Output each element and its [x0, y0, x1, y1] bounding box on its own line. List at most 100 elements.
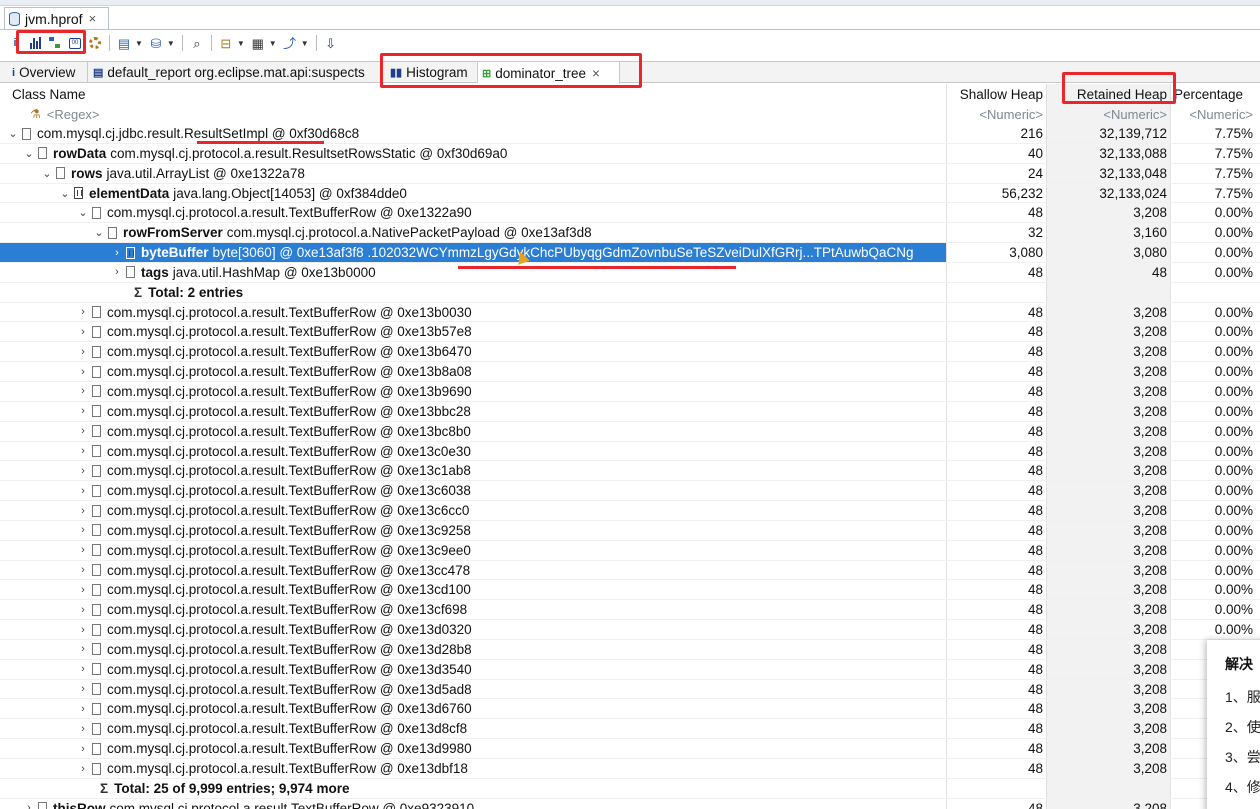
heap-dump-overview-icon[interactable]: [86, 34, 104, 52]
object-label: com.mysql.cj.protocol.a.result.TextBuffe…: [109, 800, 475, 809]
expand-chevron-icon[interactable]: ›: [76, 445, 90, 457]
table-row[interactable]: ⌄ com.mysql.cj.protocol.a.result.TextBuf…: [0, 203, 1260, 224]
close-icon[interactable]: ×: [592, 66, 600, 81]
expand-chevron-icon[interactable]: ›: [76, 604, 90, 616]
table-row[interactable]: › com.mysql.cj.protocol.a.result.TextBuff…: [0, 580, 1260, 601]
editor-tab-jvm-hprof[interactable]: jvm.hprof ×: [4, 7, 109, 29]
editor-tab-close-icon[interactable]: ×: [89, 11, 97, 26]
histogram-icon[interactable]: [26, 34, 44, 52]
expand-chevron-icon[interactable]: ›: [76, 346, 90, 358]
expand-chevron-icon[interactable]: ›: [76, 544, 90, 556]
expand-chevron-icon[interactable]: ›: [76, 485, 90, 497]
expand-chevron-icon[interactable]: ›: [76, 306, 90, 318]
expand-chevron-icon[interactable]: ⌄: [6, 127, 20, 140]
oql-icon[interactable]: 00: [66, 34, 84, 52]
chevron-down-icon[interactable]: ▼: [167, 39, 175, 48]
group-icon[interactable]: ⊟: [217, 34, 235, 52]
column-header-class-name[interactable]: Class Name: [12, 84, 86, 104]
expand-chevron-icon[interactable]: ›: [76, 624, 90, 636]
table-row[interactable]: › com.mysql.cj.protocol.a.result.TextBuff…: [0, 739, 1260, 759]
column-header-shallow-heap[interactable]: Shallow Heap: [946, 84, 1043, 104]
class-name-filter[interactable]: ⚗ <Regex>: [30, 104, 100, 124]
expand-chevron-icon[interactable]: ⌄: [58, 187, 72, 200]
query-browser-icon[interactable]: ⛁: [147, 34, 165, 52]
retained-heap-filter[interactable]: <Numeric>: [1046, 104, 1167, 124]
table-row[interactable]: › com.mysql.cj.protocol.a.result.TextBuff…: [0, 382, 1260, 402]
table-row[interactable]: › com.mysql.cj.protocol.a.result.TextBuff…: [0, 660, 1260, 680]
expand-chevron-icon[interactable]: ⌄: [76, 206, 90, 219]
table-row[interactable]: › com.mysql.cj.protocol.a.result.TextBuff…: [0, 541, 1260, 561]
expand-chevron-icon[interactable]: ›: [110, 266, 124, 278]
table-row[interactable]: › com.mysql.cj.protocol.a.result.TextBuff…: [0, 303, 1260, 323]
table-row[interactable]: › com.mysql.cj.protocol.a.result.TextBuff…: [0, 561, 1260, 581]
tab-default-report[interactable]: ▤ default_report org.eclipse.mat.api:sus…: [89, 62, 381, 83]
expand-chevron-icon[interactable]: ›: [76, 465, 90, 477]
expand-chevron-icon[interactable]: ›: [110, 247, 124, 259]
table-row[interactable]: › com.mysql.cj.protocol.a.result.TextBuff…: [0, 680, 1260, 700]
expand-chevron-icon[interactable]: ›: [76, 366, 90, 378]
expand-chevron-icon[interactable]: ›: [76, 763, 90, 775]
class-name-cell: › com.mysql.cj.protocol.a.result.TextBuff…: [0, 303, 946, 322]
expand-chevron-icon[interactable]: ›: [76, 405, 90, 417]
table-row[interactable]: ⌄ rows java.util.ArrayList @ 0xe1322a78 …: [0, 164, 1260, 184]
table-row[interactable]: › com.mysql.cj.protocol.a.result.TextBuff…: [0, 442, 1260, 462]
table-row[interactable]: › com.mysql.cj.protocol.a.result.TextBuff…: [0, 521, 1260, 541]
expand-chevron-icon[interactable]: ›: [76, 425, 90, 437]
table-row[interactable]: › com.mysql.cj.protocol.a.result.TextBuff…: [0, 719, 1260, 740]
chevron-down-icon[interactable]: ▼: [301, 39, 309, 48]
table-row[interactable]: ⌄ rowFromServer com.mysql.cj.protocol.a.…: [0, 223, 1260, 244]
expand-chevron-icon[interactable]: ›: [22, 802, 36, 809]
expand-chevron-icon[interactable]: ⌄: [40, 167, 54, 180]
table-row[interactable]: › com.mysql.cj.protocol.a.result.TextBuff…: [0, 501, 1260, 521]
chevron-down-icon[interactable]: ▼: [135, 39, 143, 48]
expand-chevron-icon[interactable]: ›: [76, 723, 90, 735]
table-row[interactable]: ⌄ com.mysql.cj.jdbc.result.ResultSetImpl…: [0, 124, 1260, 144]
table-row[interactable]: › com.mysql.cj.protocol.a.result.TextBuff…: [0, 640, 1260, 660]
table-row[interactable]: › com.mysql.cj.protocol.a.result.TextBuff…: [0, 322, 1260, 343]
export-icon[interactable]: ⤴: [281, 34, 299, 52]
shallow-heap-filter[interactable]: <Numeric>: [946, 104, 1043, 124]
dominator-tree-icon[interactable]: [46, 34, 64, 52]
expand-chevron-icon[interactable]: ›: [76, 524, 90, 536]
run-report-icon[interactable]: ▤: [115, 34, 133, 52]
table-row[interactable]: › com.mysql.cj.protocol.a.result.TextBuff…: [0, 620, 1260, 640]
expand-chevron-icon[interactable]: ›: [76, 643, 90, 655]
expand-chevron-icon[interactable]: ›: [76, 663, 90, 675]
expand-chevron-icon[interactable]: ›: [76, 505, 90, 517]
tab-dominator-tree[interactable]: ⊞ dominator_tree ×: [478, 62, 620, 84]
expand-chevron-icon[interactable]: ›: [76, 326, 90, 338]
table-row[interactable]: › com.mysql.cj.protocol.a.result.TextBuff…: [0, 362, 1260, 382]
expand-chevron-icon[interactable]: ⌄: [22, 147, 36, 160]
search-icon[interactable]: ⌕: [188, 34, 206, 52]
chevron-down-icon[interactable]: ▼: [269, 39, 277, 48]
table-row[interactable]: › com.mysql.cj.protocol.a.result.TextBuff…: [0, 600, 1260, 621]
table-row[interactable]: › com.mysql.cj.protocol.a.result.TextBuff…: [0, 402, 1260, 422]
table-row[interactable]: › com.mysql.cj.protocol.a.result.TextBuff…: [0, 759, 1260, 779]
chevron-down-icon[interactable]: ▼: [237, 39, 245, 48]
expand-chevron-icon[interactable]: ›: [76, 385, 90, 397]
expand-chevron-icon[interactable]: ⌄: [92, 226, 106, 239]
calculate-icon[interactable]: ▦: [249, 34, 267, 52]
table-row[interactable]: › com.mysql.cj.protocol.a.result.TextBuff…: [0, 481, 1260, 502]
info-icon[interactable]: i: [6, 34, 24, 52]
table-row[interactable]: › com.mysql.cj.protocol.a.result.TextBuff…: [0, 461, 1260, 482]
table-row[interactable]: › com.mysql.cj.protocol.a.result.TextBuff…: [0, 422, 1260, 442]
table-row-selected[interactable]: › byteBuffer byte[3060] @ 0xe13af3f8 .10…: [0, 243, 1260, 263]
pin-icon[interactable]: ⇩: [322, 34, 340, 52]
expand-chevron-icon[interactable]: ›: [76, 683, 90, 695]
expand-chevron-icon[interactable]: ›: [76, 743, 90, 755]
column-header-retained-heap[interactable]: Retained Heap: [1046, 84, 1167, 104]
percentage-value: 0.00%: [1214, 245, 1253, 261]
table-row[interactable]: › com.mysql.cj.protocol.a.result.TextBuff…: [0, 342, 1260, 363]
table-row[interactable]: › com.mysql.cj.protocol.a.result.TextBuff…: [0, 699, 1260, 720]
tab-histogram[interactable]: ▮▮ Histogram: [386, 62, 478, 83]
column-header-percentage[interactable]: Percentage: [1174, 84, 1260, 104]
expand-chevron-icon[interactable]: ›: [76, 564, 90, 576]
table-row[interactable]: › thisRow com.mysql.cj.protocol.a.result…: [0, 799, 1260, 809]
table-row[interactable]: ⌄ rowData com.mysql.cj.protocol.a.result…: [0, 144, 1260, 164]
expand-chevron-icon[interactable]: ›: [76, 584, 90, 596]
expand-chevron-icon[interactable]: ›: [76, 703, 90, 715]
tab-overview[interactable]: i Overview: [8, 62, 88, 83]
percentage-filter[interactable]: <Numeric>: [1170, 104, 1253, 124]
table-row[interactable]: ⌄ elementData java.lang.Object[14053] @ …: [0, 184, 1260, 204]
